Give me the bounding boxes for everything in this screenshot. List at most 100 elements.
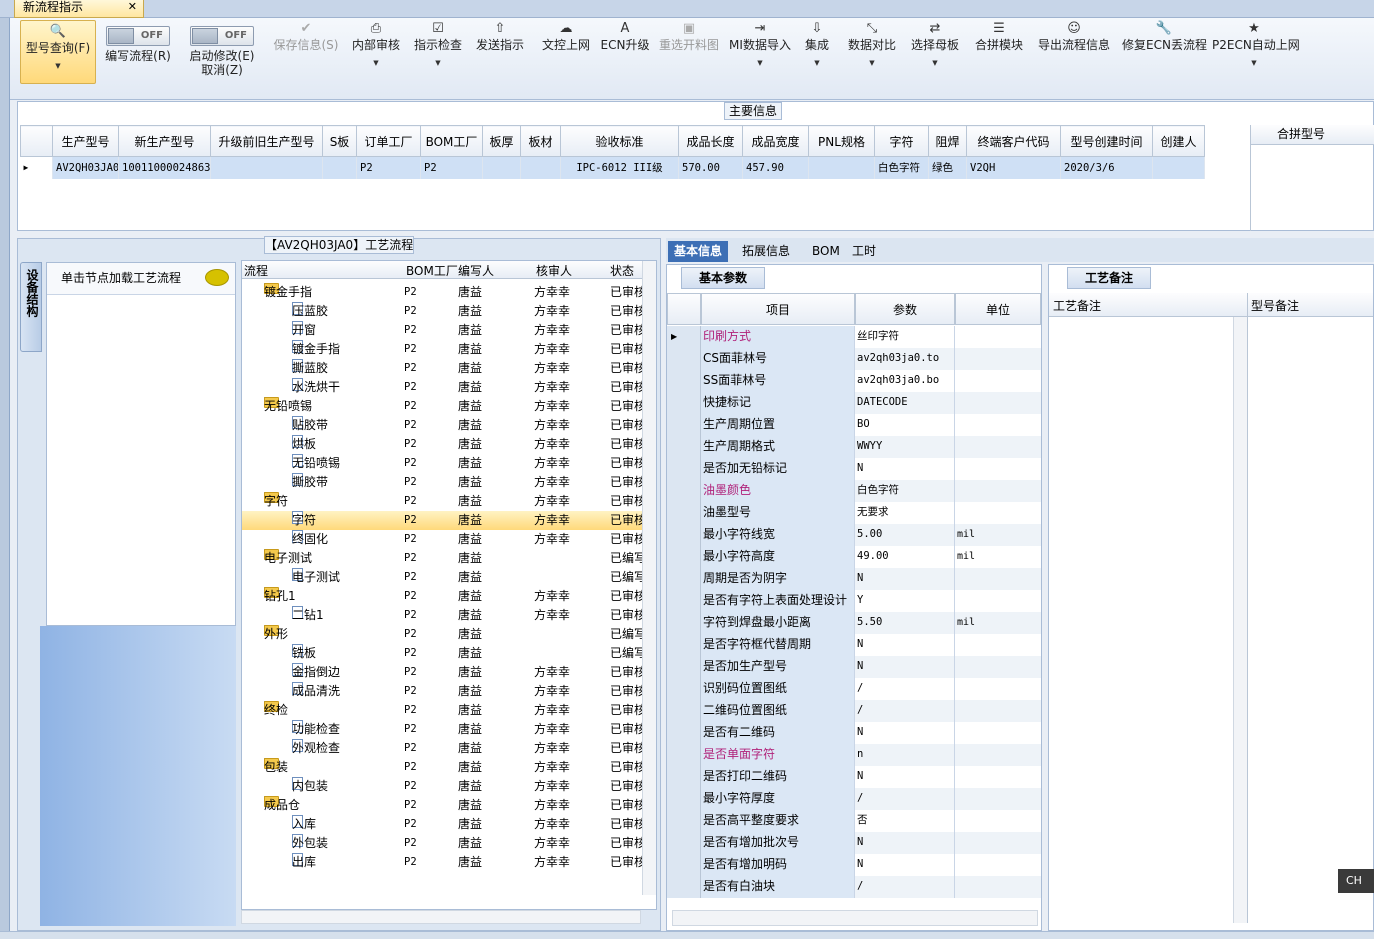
- tab-bom[interactable]: BOM: [806, 241, 846, 262]
- column-header[interactable]: 验收标准: [560, 125, 679, 157]
- param-value[interactable]: 5.00: [855, 524, 955, 546]
- tab-basic[interactable]: 基本信息: [668, 241, 729, 262]
- param-row[interactable]: 字符到焊盘最小距离 5.50 mil: [667, 612, 1041, 634]
- ime-indicator[interactable]: CH: [1338, 869, 1374, 893]
- table-cell[interactable]: IPC-6012 III级: [560, 156, 679, 179]
- tree-node[interactable]: 水洗烘干 P2 唐益 方幸幸 已审核: [242, 378, 642, 397]
- column-header[interactable]: BOM工厂: [420, 125, 483, 157]
- tree-column-header[interactable]: 编写人: [458, 262, 494, 279]
- param-value[interactable]: N: [855, 766, 955, 788]
- node-hint[interactable]: 单击节点加载工艺流程: [47, 263, 235, 295]
- remark-column-header[interactable]: 工艺备注: [1053, 297, 1101, 314]
- table-cell[interactable]: [210, 156, 323, 179]
- tree-node[interactable]: 电子测试 P2 唐益 已编写: [242, 568, 642, 587]
- tree-node[interactable]: 内包装 P2 唐益 方幸幸 已审核: [242, 777, 642, 796]
- data-compare-button[interactable]: ⤡ 数据对比 ▼: [844, 18, 900, 100]
- tree-node[interactable]: 烘板 P2 唐益 方幸幸 已审核: [242, 435, 642, 454]
- table-cell[interactable]: V2QH: [966, 156, 1061, 179]
- tree-column-header[interactable]: 核审人: [536, 262, 572, 279]
- param-row[interactable]: 生产周期格式 WWYY: [667, 436, 1041, 458]
- instruction-check-button[interactable]: ☑ 指示检查 ▼: [410, 18, 466, 100]
- table-cell[interactable]: [322, 156, 357, 179]
- tree-node[interactable]: −电子测试P2唐益已编写: [242, 549, 642, 568]
- edit-flow-switch[interactable]: OFF: [106, 26, 170, 46]
- tree-node[interactable]: 贴胶带 P2 唐益 方幸幸 已审核: [242, 416, 642, 435]
- param-row[interactable]: 识别码位置图纸 /: [667, 678, 1041, 700]
- table-cell[interactable]: P2: [356, 156, 421, 179]
- tree-node[interactable]: −外形P2唐益已编写: [242, 625, 642, 644]
- column-header[interactable]: 终端客户代码: [966, 125, 1061, 157]
- file-upload-button[interactable]: ☁ 文控上网: [538, 18, 594, 100]
- table-cell[interactable]: [520, 156, 561, 179]
- param-column-header[interactable]: 项目: [701, 293, 855, 325]
- tree-node[interactable]: 终固化 P2 唐益 方幸幸 已审核: [242, 530, 642, 549]
- tree-node[interactable]: 外观检查 P2 唐益 方幸幸 已审核: [242, 739, 642, 758]
- tree-node[interactable]: 镀金手指 P2 唐益 方幸幸 已审核: [242, 340, 642, 359]
- tree-vertical-scrollbar[interactable]: [642, 261, 656, 895]
- start-edit-switch[interactable]: OFF: [190, 26, 254, 46]
- merge-module-button[interactable]: ☰ 合拼模块: [970, 18, 1028, 100]
- tree-node[interactable]: −包装P2唐益方幸幸已审核: [242, 758, 642, 777]
- param-value[interactable]: /: [855, 876, 955, 898]
- param-row[interactable]: 最小字符高度 49.00 mil: [667, 546, 1041, 568]
- param-value[interactable]: /: [855, 788, 955, 810]
- chevron-down-icon[interactable]: ▼: [350, 52, 402, 74]
- param-row[interactable]: 是否有白油块 /: [667, 876, 1041, 898]
- param-value[interactable]: 丝印字符: [855, 326, 955, 348]
- param-row[interactable]: 是否打印二维码 N: [667, 766, 1041, 788]
- param-row[interactable]: 生产周期位置 BO: [667, 414, 1041, 436]
- params-horizontal-scrollbar[interactable]: [672, 910, 1038, 926]
- tree-node[interactable]: 成品清洗 P2 唐益 方幸幸 已审核: [242, 682, 642, 701]
- param-value[interactable]: av2qh03ja0.to: [855, 348, 955, 370]
- tree-node[interactable]: 外包装 P2 唐益 方幸幸 已审核: [242, 834, 642, 853]
- table-cell[interactable]: 570.00: [678, 156, 743, 179]
- column-header[interactable]: 成品长度: [678, 125, 743, 157]
- chevron-down-icon[interactable]: ▼: [410, 52, 466, 74]
- internal-review-button[interactable]: ⎙ 内部审核 ▼: [350, 18, 402, 100]
- tree-node[interactable]: 压蓝胶 P2 唐益 方幸幸 已审核: [242, 302, 642, 321]
- tree-node[interactable]: −镀金手指P2唐益方幸幸已审核: [242, 283, 642, 302]
- column-header[interactable]: 板厚: [482, 125, 521, 157]
- param-row[interactable]: 最小字符厚度 /: [667, 788, 1041, 810]
- select-master-button[interactable]: ⇄ 选择母板 ▼: [908, 18, 962, 100]
- table-cell[interactable]: 457.90: [742, 156, 809, 179]
- param-value[interactable]: N: [855, 722, 955, 744]
- tree-node[interactable]: 字符 P2 唐益 方幸幸 已审核: [242, 511, 642, 530]
- tree-node[interactable]: −钻孔1P2唐益方幸幸已审核: [242, 587, 642, 606]
- param-row[interactable]: 是否有增加批次号 N: [667, 832, 1041, 854]
- chevron-down-icon[interactable]: ▼: [1212, 52, 1296, 74]
- param-row[interactable]: 周期是否为阴字 N: [667, 568, 1041, 590]
- column-header[interactable]: 阻焊: [928, 125, 967, 157]
- param-value[interactable]: /: [855, 700, 955, 722]
- integrate-button[interactable]: ⇩ 集成 ▼: [800, 18, 834, 100]
- param-value[interactable]: N: [855, 832, 955, 854]
- param-row[interactable]: 油墨颜色 白色字符: [667, 480, 1041, 502]
- param-row[interactable]: SS面菲林号 av2qh03ja0.bo: [667, 370, 1041, 392]
- column-header[interactable]: 型号创建时间: [1060, 125, 1153, 157]
- param-value[interactable]: 否: [855, 810, 955, 832]
- param-value[interactable]: n: [855, 744, 955, 766]
- fix-ecn-button[interactable]: 🔧 修复ECN丢流程: [1122, 18, 1207, 100]
- tree-node[interactable]: 入库 P2 唐益 方幸幸 已审核: [242, 815, 642, 834]
- ecn-upgrade-button[interactable]: A ECN升级: [600, 18, 650, 100]
- tree-node[interactable]: −成品仓P2唐益方幸幸已审核: [242, 796, 642, 815]
- start-edit-toggle[interactable]: OFF 启动修改(E) 取消(Z): [182, 18, 262, 100]
- chevron-down-icon[interactable]: ▼: [844, 52, 900, 74]
- query-button[interactable]: 🔍 型号查询(F) ▼: [20, 20, 96, 84]
- tree-column-header[interactable]: 状态: [610, 262, 634, 279]
- column-header[interactable]: 订单工厂: [356, 125, 421, 157]
- param-value[interactable]: N: [855, 656, 955, 678]
- tree-node[interactable]: 功能检查 P2 唐益 方幸幸 已审核: [242, 720, 642, 739]
- param-row[interactable]: 是否有二维码 N: [667, 722, 1041, 744]
- param-row[interactable]: 是否有字符上表面处理设计 Y: [667, 590, 1041, 612]
- param-row[interactable]: 是否字符框代替周期 N: [667, 634, 1041, 656]
- table-cell[interactable]: [1152, 156, 1205, 179]
- column-header[interactable]: 新生产型号: [118, 125, 211, 157]
- column-header[interactable]: 升级前旧生产型号: [210, 125, 323, 157]
- tree-column-header[interactable]: 流程: [244, 262, 268, 279]
- equipment-structure-tab[interactable]: 设备结构: [20, 262, 42, 352]
- column-header[interactable]: 生产型号: [52, 125, 119, 157]
- column-header[interactable]: 成品宽度: [742, 125, 809, 157]
- tree-horizontal-scrollbar[interactable]: [241, 910, 641, 924]
- param-row[interactable]: CS面菲林号 av2qh03ja0.to: [667, 348, 1041, 370]
